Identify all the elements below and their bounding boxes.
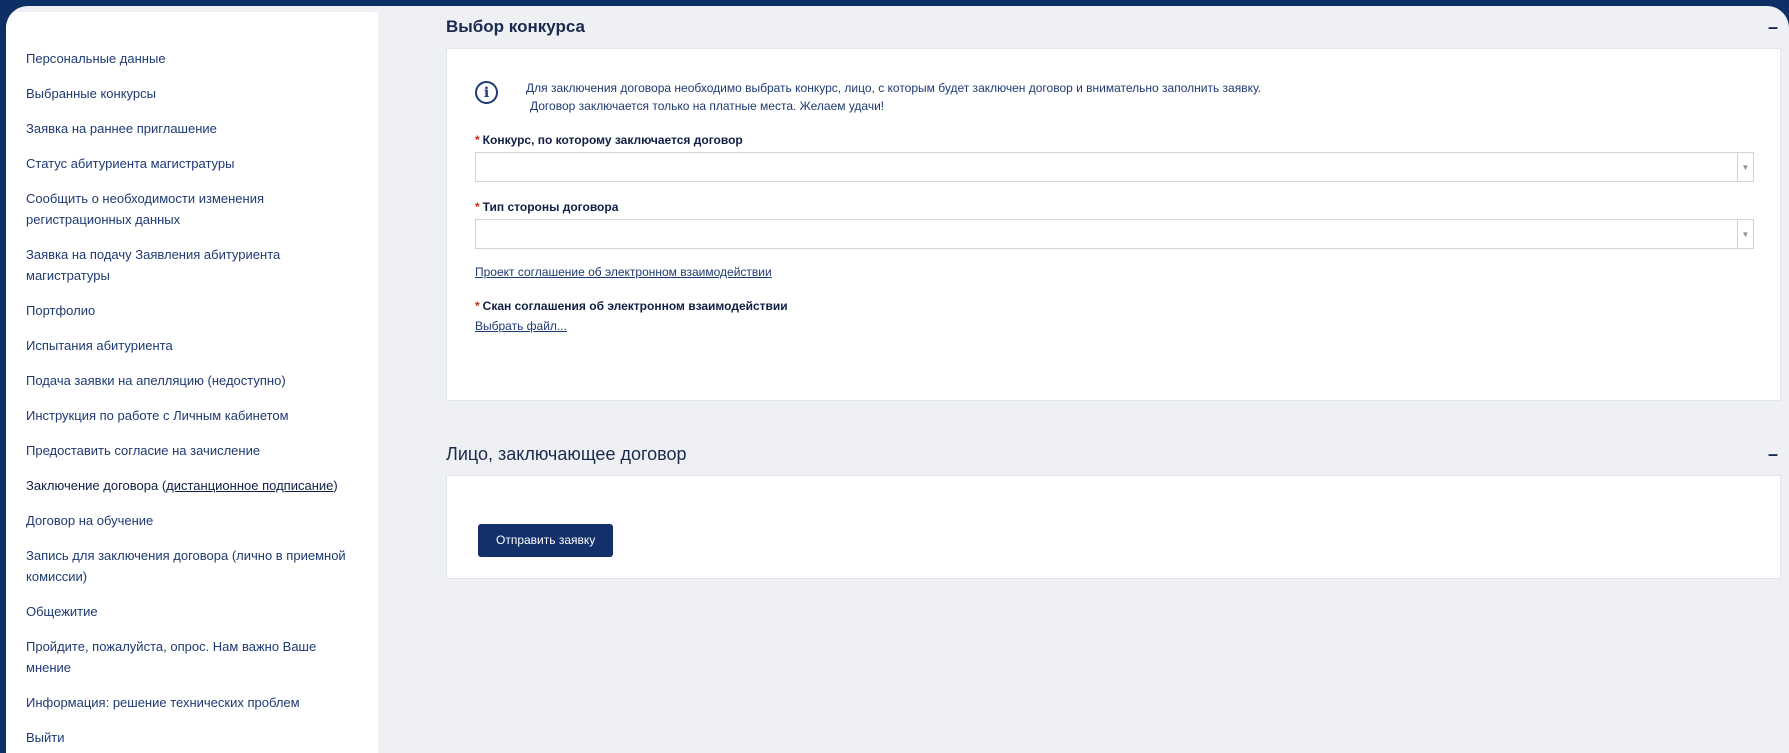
sidebar-item-logout[interactable]: Выйти xyxy=(6,727,378,748)
submit-button[interactable]: Отправить заявку xyxy=(478,524,614,557)
sidebar-item-study-contract[interactable]: Договор на обучение xyxy=(6,510,378,531)
required-mark: * xyxy=(475,200,480,214)
section-header-party: Лицо, заключающее договор – xyxy=(446,433,1789,475)
collapse-icon[interactable]: – xyxy=(1765,17,1781,38)
sidebar-item-dormitory[interactable]: Общежитие xyxy=(6,601,378,622)
scan-field-label: * Скан соглашения об электронном взаимоде… xyxy=(475,299,1752,313)
info-notice: i Для заключения договора необходимо выб… xyxy=(475,79,1752,115)
sidebar-item-label-link: дистанционное подписание xyxy=(166,478,334,493)
contest-select[interactable]: ▼ xyxy=(475,152,1754,182)
info-line: Договор заключается только на платные ме… xyxy=(530,99,885,113)
sidebar-item-tech-help[interactable]: Информация: решение технических проблем xyxy=(6,692,378,713)
sidebar-item-appointment[interactable]: Запись для заключения договора (лично в … xyxy=(6,545,378,587)
sidebar-item-personal-data[interactable]: Персональные данные xyxy=(6,48,378,69)
field-label-text: Скан соглашения об электронном взаимодей… xyxy=(482,299,788,313)
sidebar-item-early-invitation[interactable]: Заявка на раннее приглашение xyxy=(6,118,378,139)
contest-card: i Для заключения договора необходимо выб… xyxy=(446,48,1781,401)
choose-file-link[interactable]: Выбрать файл... xyxy=(475,319,567,333)
sidebar-item-appeal[interactable]: Подача заявки на апелляцию (недоступно) xyxy=(6,370,378,391)
sidebar-item-selected-contests[interactable]: Выбранные конкурсы xyxy=(6,83,378,104)
sidebar-item-consent[interactable]: Предоставить согласие на зачисление xyxy=(6,440,378,461)
sidebar-item-label: ) xyxy=(333,478,338,493)
info-icon: i xyxy=(475,81,498,104)
agreement-project-link[interactable]: Проект соглашение об электронном взаимод… xyxy=(475,265,772,279)
chevron-down-icon: ▼ xyxy=(1737,153,1753,181)
required-mark: * xyxy=(475,299,480,313)
section-title: Выбор конкурса xyxy=(446,17,585,36)
sidebar-item-report-change[interactable]: Сообщить о необходимости изменения регис… xyxy=(6,188,378,230)
section-header-contest: Выбор конкурса – xyxy=(446,6,1789,48)
party-type-select[interactable]: ▼ xyxy=(475,219,1754,249)
sidebar-item-contract-remote[interactable]: Заключение договора (дистанционное подпи… xyxy=(6,475,378,496)
collapse-icon[interactable]: – xyxy=(1765,444,1781,465)
info-text: Для заключения договора необходимо выбра… xyxy=(526,79,1261,115)
sidebar-item-tests[interactable]: Испытания абитуриента xyxy=(6,335,378,356)
section-title: Лицо, заключающее договор xyxy=(446,443,687,464)
field-label-text: Конкурс, по которому заключается договор xyxy=(482,133,743,147)
sidebar-item-instructions[interactable]: Инструкция по работе с Личным кабинетом xyxy=(6,405,378,426)
sidebar-item-applicant-status[interactable]: Статус абитуриента магистратуры xyxy=(6,153,378,174)
info-line: Для заключения договора необходимо выбра… xyxy=(526,81,1262,95)
party-card: Отправить заявку xyxy=(446,475,1781,579)
sidebar-item-label: Заключение договора ( xyxy=(26,478,167,493)
main-content: Выбор конкурса – i Для заключения догово… xyxy=(446,6,1789,579)
required-mark: * xyxy=(475,133,480,147)
sidebar-item-application-request[interactable]: Заявка на подачу Заявления абитуриента м… xyxy=(6,244,378,286)
contest-field-label: * Конкурс, по которому заключается догово… xyxy=(475,133,1752,147)
sidebar-item-survey[interactable]: Пройдите, пожалуйста, опрос. Нам важно В… xyxy=(6,636,378,678)
sidebar: Персональные данные Выбранные конкурсы З… xyxy=(6,12,378,753)
chevron-down-icon: ▼ xyxy=(1737,220,1753,248)
field-label-text: Тип стороны договора xyxy=(482,200,619,214)
party-type-field-label: * Тип стороны договора xyxy=(475,200,1752,214)
sidebar-item-portfolio[interactable]: Портфолио xyxy=(6,300,378,321)
app-frame: Персональные данные Выбранные конкурсы З… xyxy=(6,6,1789,753)
